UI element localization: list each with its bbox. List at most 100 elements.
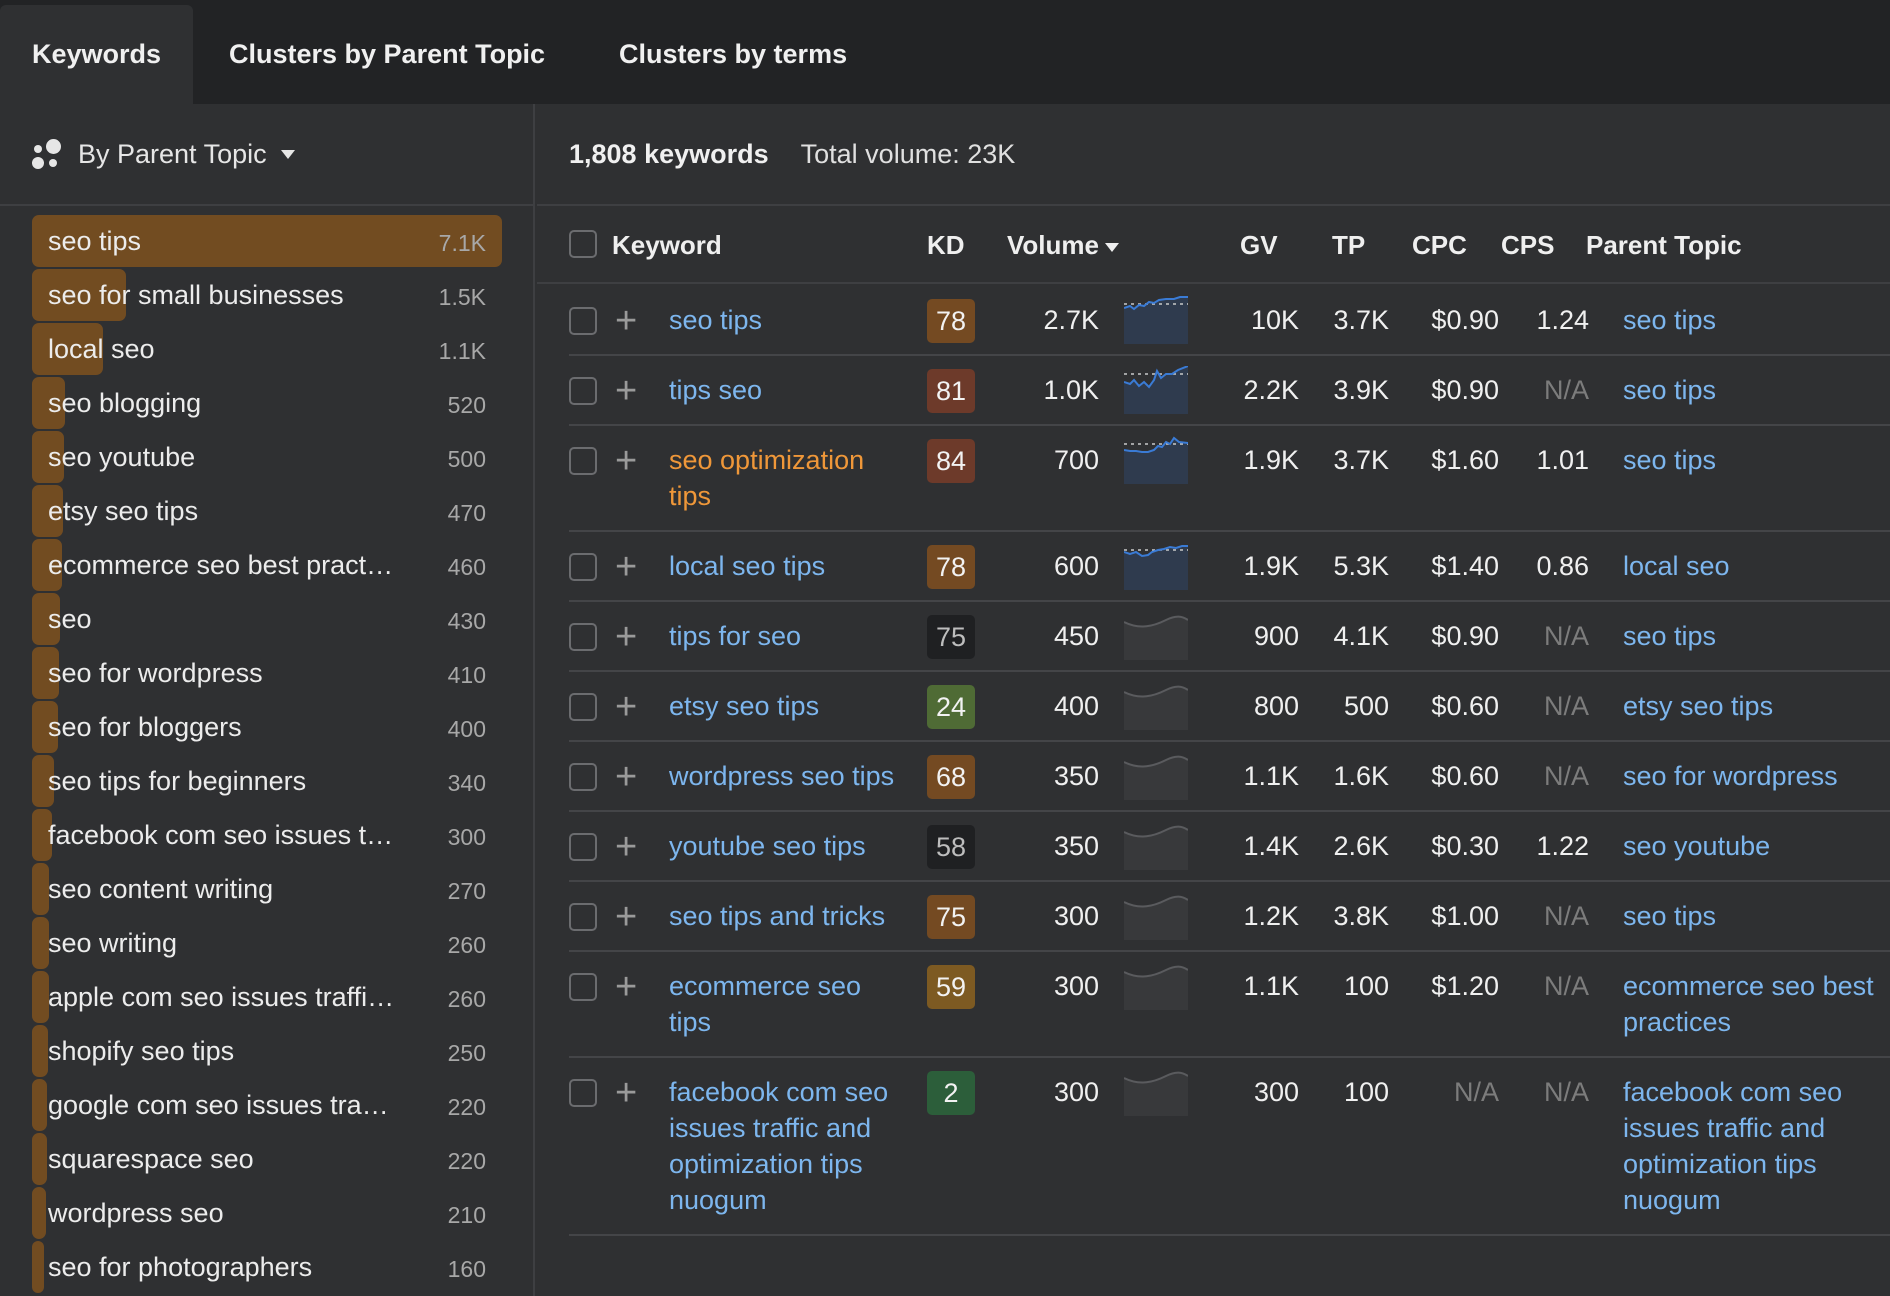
row-checkbox[interactable]	[569, 623, 597, 651]
tab-clusters-by-parent-topic[interactable]: Clusters by Parent Topic	[197, 5, 577, 104]
row-checkbox[interactable]	[569, 447, 597, 475]
keyword-link[interactable]: local seo tips	[669, 548, 899, 584]
header-parent-topic[interactable]: Parent Topic	[1586, 230, 1742, 261]
row-checkbox[interactable]	[569, 553, 597, 581]
grouping-dropdown[interactable]: By Parent Topic	[32, 104, 295, 204]
sidebar-item[interactable]: ecommerce seo best pract… 460	[32, 538, 502, 592]
keyword-link[interactable]: seo tips	[669, 302, 899, 338]
table-row: + local seo tips 78 600 1.9K 5.3K $1.40 0.86 loc…	[569, 532, 1890, 602]
sidebar-item[interactable]: shopify seo tips 250	[32, 1024, 502, 1078]
keyword-link[interactable]: wordpress seo tips	[669, 758, 899, 794]
sidebar-item[interactable]: google com seo issues tra… 220	[32, 1078, 502, 1132]
volume-trend-sparkline	[1123, 296, 1188, 344]
sidebar-item-label: shopify seo tips	[48, 1035, 235, 1066]
sidebar-item[interactable]: seo for small businesses 1.5K	[32, 268, 502, 322]
keyword-link[interactable]: seo tips and tricks	[669, 898, 899, 934]
keyword-link[interactable]: seo optimization tips	[669, 442, 899, 514]
header-gv[interactable]: GV	[1240, 230, 1278, 261]
cpc-value: $0.30	[1431, 831, 1499, 861]
volume-trend-sparkline	[1123, 965, 1189, 1010]
parent-topic-link[interactable]: seo tips	[1623, 302, 1890, 338]
row-checkbox[interactable]	[569, 377, 597, 405]
sidebar-item[interactable]: local seo 1.1K	[32, 322, 502, 376]
header-tp[interactable]: TP	[1332, 230, 1365, 261]
sidebar-item-label: apple com seo issues traffi…	[48, 981, 395, 1012]
cps-value: 1.01	[1536, 445, 1589, 475]
row-checkbox[interactable]	[569, 1079, 597, 1107]
sidebar-item[interactable]: facebook com seo issues t… 300	[32, 808, 502, 862]
tab-clusters-by-terms[interactable]: Clusters by terms	[587, 5, 879, 104]
cpc-value: $1.00	[1431, 901, 1499, 931]
kd-badge: 84	[927, 439, 975, 483]
volume-trend-sparkline	[1123, 436, 1189, 484]
keyword-link[interactable]: etsy seo tips	[669, 688, 899, 724]
add-to-list-icon[interactable]: +	[615, 756, 637, 799]
tab-keywords[interactable]: Keywords	[0, 5, 194, 104]
sidebar-item[interactable]: seo content writing 270	[32, 862, 502, 916]
add-to-list-icon[interactable]: +	[615, 440, 637, 483]
sidebar-item[interactable]: seo tips 7.1K	[32, 214, 502, 268]
table-row: + ecommerce seo tips 59 300 1.1K 100 $1.20 N/A e…	[569, 952, 1890, 1058]
parent-topic-link[interactable]: seo tips	[1623, 618, 1890, 654]
parent-topic-link[interactable]: seo tips	[1623, 898, 1890, 934]
keyword-link[interactable]: facebook com seo issues traffic and opti…	[669, 1074, 899, 1218]
add-to-list-icon[interactable]: +	[615, 826, 637, 869]
sparkline-area	[1124, 438, 1188, 484]
add-to-list-icon[interactable]: +	[615, 966, 637, 1009]
row-checkbox[interactable]	[569, 693, 597, 721]
cps-value: 1.24	[1536, 305, 1589, 335]
sidebar-item[interactable]: etsy seo tips 470	[32, 484, 502, 538]
parent-topic-link[interactable]: etsy seo tips	[1623, 688, 1890, 724]
sidebar-item-count: 460	[447, 554, 486, 580]
keyword-link[interactable]: youtube seo tips	[669, 828, 899, 864]
sidebar-item[interactable]: seo tips for beginners 340	[32, 754, 502, 808]
row-checkbox[interactable]	[569, 763, 597, 791]
header-keyword[interactable]: Keyword	[612, 230, 722, 261]
keyword-link[interactable]: tips for seo	[669, 618, 899, 654]
header-volume[interactable]: Volume	[1007, 230, 1119, 261]
add-to-list-icon[interactable]: +	[615, 896, 637, 939]
parent-topic-link[interactable]: seo youtube	[1623, 828, 1890, 864]
cps-value: 1.22	[1536, 831, 1589, 861]
sidebar-item[interactable]: seo youtube 500	[32, 430, 502, 484]
keyword-link[interactable]: tips seo	[669, 372, 899, 408]
add-to-list-icon[interactable]: +	[615, 300, 637, 343]
parent-topic-link[interactable]: facebook com seo issues traffic and opti…	[1623, 1074, 1890, 1218]
sidebar-item[interactable]: seo for bloggers 400	[32, 700, 502, 754]
parent-topic-link[interactable]: ecommerce seo best practices	[1623, 968, 1890, 1040]
tp-value: 4.1K	[1333, 621, 1389, 651]
add-to-list-icon[interactable]: +	[615, 1072, 637, 1115]
add-to-list-icon[interactable]: +	[615, 616, 637, 659]
sidebar-item[interactable]: apple com seo issues traffi… 260	[32, 970, 502, 1024]
sidebar-item[interactable]: wordpress seo 210	[32, 1186, 502, 1240]
row-checkbox[interactable]	[569, 307, 597, 335]
sidebar-item-label: local seo	[48, 333, 155, 364]
header-cpc[interactable]: CPC	[1412, 230, 1467, 261]
sidebar-item[interactable]: squarespace seo 220	[32, 1132, 502, 1186]
sidebar-item[interactable]: seo writing 260	[32, 916, 502, 970]
sidebar-item[interactable]: seo for photographers 160	[32, 1240, 502, 1294]
parent-topic-list: seo tips 7.1K seo for small businesses 1.5K…	[32, 214, 502, 1294]
keyword-link[interactable]: ecommerce seo tips	[669, 968, 899, 1040]
row-checkbox[interactable]	[569, 833, 597, 861]
volume-value: 2.7K	[1043, 305, 1099, 335]
row-checkbox[interactable]	[569, 903, 597, 931]
select-all-checkbox[interactable]	[569, 230, 597, 258]
header-kd[interactable]: KD	[927, 230, 965, 261]
add-to-list-icon[interactable]: +	[615, 686, 637, 729]
header-cps[interactable]: CPS	[1501, 230, 1554, 261]
add-to-list-icon[interactable]: +	[615, 370, 637, 413]
sidebar-item-label: seo tips for beginners	[48, 765, 307, 796]
sidebar-item[interactable]: seo blogging 520	[32, 376, 502, 430]
parent-topic-link[interactable]: seo tips	[1623, 372, 1890, 408]
parent-topic-link[interactable]: seo for wordpress	[1623, 758, 1890, 794]
sidebar-item[interactable]: seo for wordpress 410	[32, 646, 502, 700]
volume-trend-sparkline	[1123, 365, 1189, 414]
gv-value: 1.9K	[1243, 551, 1299, 581]
parent-topic-link[interactable]: seo tips	[1623, 442, 1890, 478]
row-checkbox[interactable]	[569, 973, 597, 1001]
cpc-value: $0.60	[1431, 691, 1499, 721]
sidebar-item[interactable]: seo 430	[32, 592, 502, 646]
add-to-list-icon[interactable]: +	[615, 546, 637, 589]
parent-topic-link[interactable]: local seo	[1623, 548, 1890, 584]
